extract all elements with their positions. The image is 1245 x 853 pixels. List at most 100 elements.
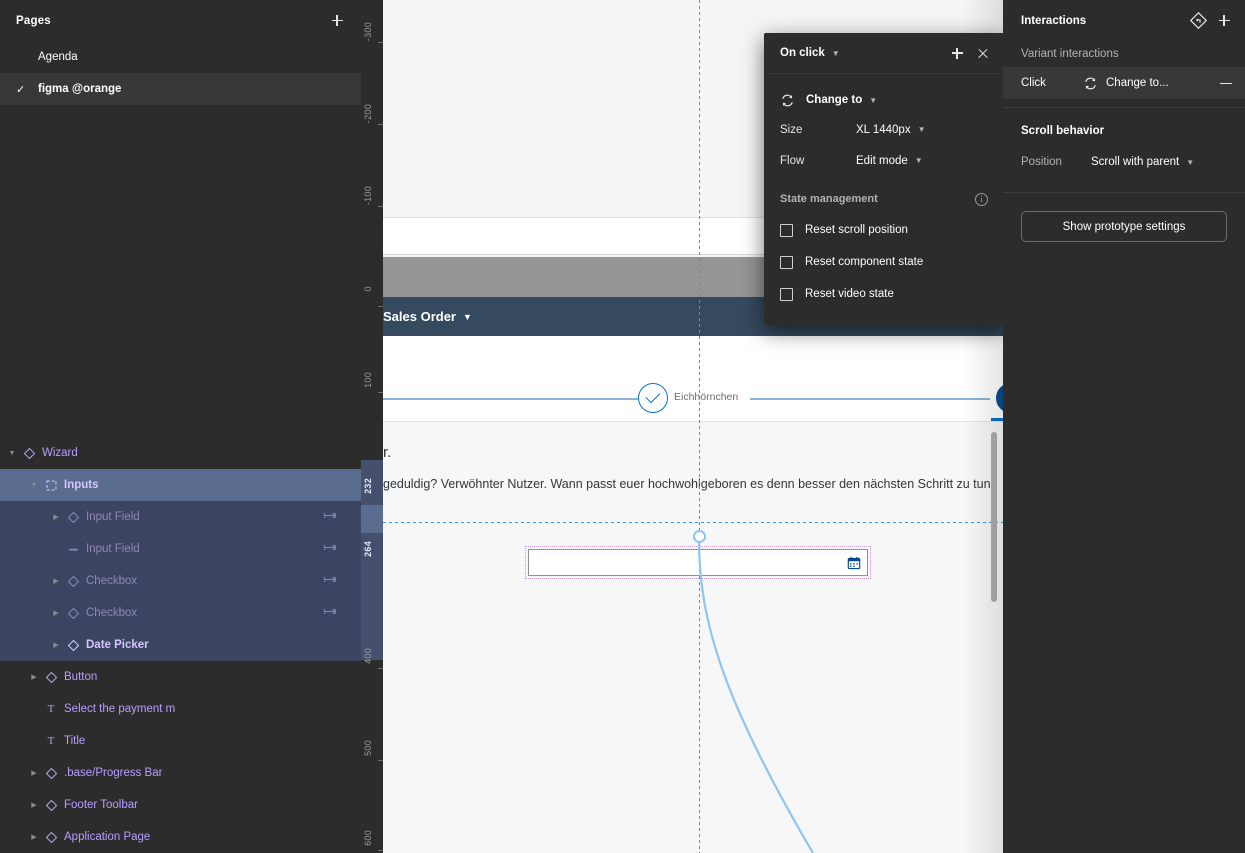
interaction-row-click[interactable]: Click Change to... — [1003, 67, 1245, 99]
layer-row[interactable]: ▶ Checkbox — [0, 597, 361, 629]
page-item-figma-orange[interactable]: ✓ figma @orange — [0, 73, 361, 105]
state-management-title: State management — [780, 193, 878, 205]
date-picker-field[interactable] — [528, 549, 868, 576]
component-diamond-icon — [45, 799, 57, 811]
ruler-tick-label: 400 — [363, 648, 373, 664]
layer-row[interactable]: Input Field — [0, 533, 361, 565]
layer-label: Title — [64, 735, 86, 747]
layer-row[interactable]: ▶ .base/Progress Bar — [0, 757, 361, 789]
info-icon[interactable]: i — [975, 192, 988, 206]
wizard-connector-right — [750, 398, 990, 400]
caret-down-icon[interactable]: ▼ — [832, 49, 840, 58]
caret-down-icon[interactable]: ▼ — [463, 312, 472, 322]
checkbox-icon[interactable] — [780, 255, 793, 269]
page-item-agenda[interactable]: Agenda — [0, 41, 361, 73]
layer-label: Button — [64, 671, 98, 683]
calendar-icon[interactable] — [847, 556, 861, 570]
layer-type-icon — [42, 479, 60, 492]
layer-row[interactable]: ▶ Footer Toolbar — [0, 789, 361, 821]
layer-row[interactable]: ▼ Inputs — [0, 469, 361, 501]
check-circle-icon[interactable] — [638, 383, 668, 413]
ruler-tick-label: 600 — [363, 830, 373, 846]
caret-down-icon[interactable]: ▼ — [869, 96, 877, 105]
ruler-tick-label: -200 — [363, 104, 373, 124]
chevron-right-icon[interactable]: ▶ — [48, 609, 64, 617]
vertical-ruler: -300 -200 -100 0 100 400 500 600 232 264 — [361, 0, 383, 853]
chevron-down-icon[interactable]: ▼ — [4, 450, 20, 457]
chevron-right-icon[interactable]: ▶ — [26, 673, 42, 681]
checkbox-icon[interactable] — [780, 287, 793, 301]
layer-prototype-flow-icon[interactable] — [323, 543, 337, 555]
chevron-right-icon[interactable]: ▶ — [48, 641, 64, 649]
caret-down-icon[interactable]: ▼ — [915, 156, 923, 165]
layer-row[interactable]: ▶ Application Page — [0, 821, 361, 853]
wizard-connector-left — [383, 398, 638, 400]
plus-icon[interactable] — [1211, 8, 1237, 34]
prototype-connection-node[interactable] — [693, 530, 706, 543]
ruler-selection-label: 264 — [363, 541, 373, 557]
chevron-right-icon[interactable]: ▶ — [48, 577, 64, 585]
scroll-position-row[interactable]: Position Scroll with parent ▼ — [1003, 148, 1245, 176]
layer-label: Input Field — [86, 543, 140, 555]
popup-field-flow[interactable]: Flow Edit mode ▼ — [764, 145, 1004, 176]
layer-type-icon: T — [42, 703, 60, 715]
popup-field-size[interactable]: Size XL 1440px ▼ — [764, 114, 1004, 145]
layer-label: Date Picker — [86, 639, 149, 651]
close-icon[interactable] — [970, 40, 996, 66]
state-checkbox-row[interactable]: Reset component state — [764, 246, 1004, 278]
layer-prototype-flow-icon[interactable] — [323, 607, 337, 619]
canvas-content-scrollbar[interactable] — [991, 432, 997, 602]
layer-row[interactable]: ▼ Wizard — [0, 437, 361, 469]
component-diamond-icon — [23, 447, 35, 459]
layer-type-icon — [42, 767, 60, 780]
chevron-right-icon[interactable]: ▶ — [26, 769, 42, 777]
check-glyph — [644, 388, 660, 404]
content-body: geduldig? Verwöhnter Nutzer. Wann passt … — [383, 477, 998, 491]
popup-field-flow-label: Flow — [780, 154, 805, 167]
layer-label: Footer Toolbar — [64, 799, 138, 811]
popup-title: On click — [780, 47, 825, 59]
chevron-right-icon[interactable]: ▶ — [26, 833, 42, 841]
layer-row[interactable]: ▶ Checkbox — [0, 565, 361, 597]
scroll-behavior-title: Scroll behavior — [1021, 125, 1105, 137]
state-checkbox-row[interactable]: Reset scroll position — [764, 214, 1004, 246]
chevron-right-icon[interactable]: ▶ — [26, 801, 42, 809]
checkbox-icon[interactable] — [780, 223, 793, 237]
interaction-action: Change to... — [1106, 77, 1169, 89]
layer-prototype-flow-icon[interactable] — [323, 575, 337, 587]
layer-row[interactable]: ▶ Date Picker — [0, 629, 361, 661]
prototype-flow-icon[interactable] — [1185, 8, 1211, 34]
page-item-label: figma @orange — [38, 83, 122, 95]
layer-prototype-flow-icon[interactable] — [323, 511, 337, 523]
prototype-connection-icon[interactable] — [323, 575, 337, 584]
prototype-connection-icon[interactable] — [323, 607, 337, 616]
chevron-down-icon[interactable]: ▼ — [26, 482, 42, 489]
interactions-header: Interactions — [1003, 0, 1245, 41]
layer-row[interactable]: T Title — [0, 725, 361, 757]
scroll-position-label: Position — [1021, 156, 1062, 168]
layer-row[interactable]: T Select the payment m — [0, 693, 361, 725]
popup-action-row[interactable]: Change to ▼ — [764, 86, 1004, 114]
change-to-icon — [782, 94, 793, 106]
show-prototype-settings-button[interactable]: Show prototype settings — [1021, 211, 1227, 242]
prototype-connection-icon[interactable] — [323, 543, 337, 552]
layer-row[interactable]: ▶ Button — [0, 661, 361, 693]
plus-icon[interactable] — [944, 40, 970, 66]
app-header-title: Sales Order — [383, 309, 456, 324]
state-checkbox-row[interactable]: Reset video state — [764, 278, 1004, 310]
wizard-strip — [383, 336, 1003, 421]
popup-body: Change to ▼ Size XL 1440px ▼ Flow Edit m… — [764, 74, 1004, 310]
caret-down-icon[interactable]: ▼ — [918, 125, 926, 134]
pages-list: Agenda ✓ figma @orange — [0, 41, 361, 105]
layer-row[interactable]: ▶ Input Field — [0, 501, 361, 533]
chevron-right-icon[interactable]: ▶ — [48, 513, 64, 521]
minus-icon[interactable] — [1215, 72, 1237, 94]
prototype-connection-icon[interactable] — [323, 511, 337, 520]
layer-label: Select the payment m — [64, 703, 176, 715]
text-icon: T — [47, 735, 55, 747]
date-picker-input[interactable] — [528, 549, 868, 576]
state-checkbox-label: Reset component state — [805, 256, 924, 268]
caret-down-icon[interactable]: ▼ — [1186, 158, 1194, 167]
plus-icon[interactable] — [325, 9, 349, 33]
change-to-icon — [1085, 77, 1096, 89]
